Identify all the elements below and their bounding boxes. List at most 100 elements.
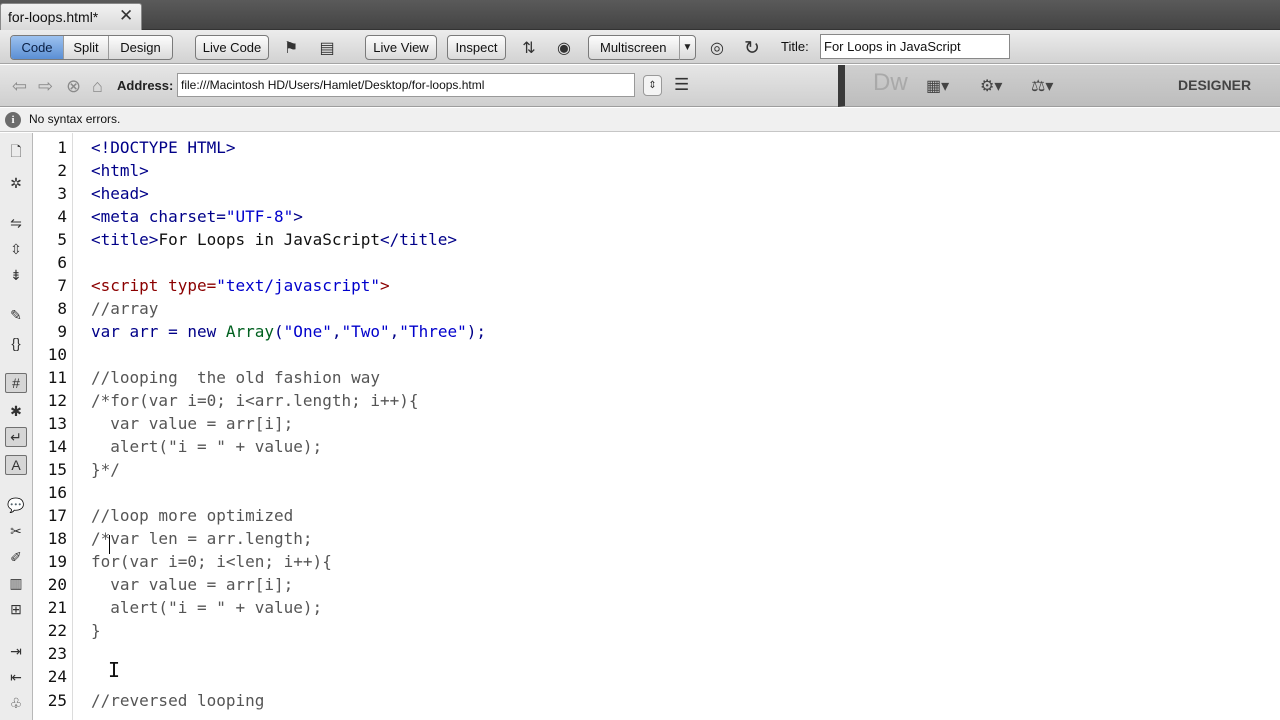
code-token: var arr = new [91, 322, 226, 341]
site-manager-icon[interactable]: ⚖▾ [1031, 76, 1053, 96]
title-field[interactable] [820, 34, 1010, 59]
address-field[interactable] [177, 73, 635, 97]
format-source-code-icon[interactable]: ♧ [5, 693, 27, 713]
code-text: alert("i = " + value); [91, 598, 323, 617]
code-line: 15}*/ [34, 458, 1274, 481]
dreamweaver-window: for-loops.html* ✕ Code Split Design Live… [0, 0, 1280, 720]
home-icon[interactable]: ⌂ [92, 76, 103, 97]
code-text: /*var len = arr.length; [91, 529, 313, 548]
line-number: 22 [47, 621, 67, 640]
code-text: var arr = new Array("One","Two","Three")… [91, 322, 486, 341]
code-editor[interactable]: 1 <!DOCTYPE HTML> 2 <html> 3 <head> 4 <meta … [34, 133, 1280, 720]
syntax-coloring-icon[interactable]: A [5, 455, 27, 475]
live-code-button[interactable]: Live Code [195, 35, 269, 60]
code-line: 9 var arr = new Array("One","Two","Three"… [34, 320, 1274, 343]
expand-all-icon[interactable]: ⇟ [5, 265, 27, 285]
line-number: 13 [47, 414, 67, 433]
apply-comment-icon[interactable]: 💬 [5, 495, 27, 515]
multiscreen-label: Multiscreen [600, 40, 667, 55]
outdent-code-icon[interactable]: ⇤ [5, 667, 27, 687]
code-token: "Two" [341, 322, 390, 341]
line-number: 1 [57, 138, 67, 157]
address-label: Address: [117, 78, 174, 93]
code-line: 19 for(var i=0; i<len; i++){ [34, 550, 1274, 573]
split-view-button[interactable]: Split [64, 36, 109, 59]
document-tab[interactable]: for-loops.html* ✕ [0, 3, 142, 30]
wrap-tag-icon[interactable]: ✐ [5, 547, 27, 567]
highlight-invalid-code-icon[interactable]: ✱ [5, 401, 27, 421]
design-view-button[interactable]: Design [109, 36, 172, 59]
document-toolbar: Code Split Design Live Code ⚑ ▤ Live Vie… [0, 30, 1280, 64]
code-token: > [293, 207, 303, 226]
code-line: 12 /*for(var i=0; i<arr.length; i++){ [34, 389, 1274, 412]
view-mode-switch: Code Split Design [10, 35, 173, 60]
close-icon[interactable]: ✕ [119, 6, 133, 26]
balance-braces-icon[interactable]: {} [5, 333, 27, 353]
document-tab-bar: for-loops.html* ✕ [0, 0, 1280, 30]
code-token: , [389, 322, 400, 341]
line-number: 25 [47, 691, 67, 710]
open-documents-icon[interactable]: 🗋 [5, 143, 27, 163]
code-line: 18 /*var len = arr.length; [34, 527, 1274, 550]
code-text: } [91, 621, 101, 640]
refresh-icon[interactable]: ↻ [740, 38, 764, 59]
visual-aids-icon[interactable]: ▤ [315, 38, 339, 58]
code-text: <script type="text/javascript"> [91, 276, 390, 295]
code-line: 16 [34, 481, 1274, 504]
move-css-icon[interactable]: ⊞ [5, 599, 27, 619]
forward-arrow-icon[interactable]: ⇨ [38, 76, 53, 97]
code-token: </title> [380, 230, 458, 249]
line-number: 21 [47, 598, 67, 617]
code-line: 4 <meta charset="UTF-8"> [34, 205, 1274, 228]
workspace-switcher[interactable]: DESIGNER [1178, 77, 1251, 93]
code-line: 3 <head> [34, 182, 1274, 205]
code-token: "text/javascript" [216, 276, 380, 295]
live-view-button[interactable]: Live View [365, 35, 437, 60]
remove-comment-icon[interactable]: ✂ [5, 521, 27, 541]
address-stepper-icon[interactable]: ⇕ [643, 75, 662, 96]
collapse-full-tag-icon[interactable]: ⇋ [5, 213, 27, 233]
visual-aids-eye-icon[interactable]: ◎ [705, 38, 729, 58]
preview-browser-icon[interactable]: ◉ [552, 38, 576, 58]
code-view-button[interactable]: Code [11, 36, 64, 59]
title-label: Title: [781, 39, 809, 54]
line-number: 19 [47, 552, 67, 571]
code-line: 24 [34, 665, 1274, 688]
chevron-down-icon[interactable]: ▼ [679, 35, 695, 60]
code-token: > [380, 276, 390, 295]
stop-icon[interactable]: ⊗ [66, 76, 81, 97]
recent-snippets-icon[interactable]: ▥ [5, 573, 27, 593]
code-line: 21 alert("i = " + value); [34, 596, 1274, 619]
select-parent-tag-icon[interactable]: ✎ [5, 305, 27, 325]
word-wrap-icon[interactable]: ↵ [5, 427, 27, 447]
code-token: For Loops in JavaScript [158, 230, 380, 249]
ibeam-cursor-icon: I [108, 658, 121, 682]
code-line: 1 <!DOCTYPE HTML> [34, 136, 1274, 159]
back-arrow-icon[interactable]: ⇦ [12, 76, 27, 97]
code-text: alert("i = " + value); [91, 437, 323, 456]
line-number: 4 [57, 207, 67, 226]
file-transfer-icon[interactable]: ⇅ [517, 38, 541, 58]
code-line: 20 var value = arr[i]; [34, 573, 1274, 596]
indent-code-icon[interactable]: ⇥ [5, 641, 27, 661]
code-text: //loop more optimized [91, 506, 294, 525]
line-numbers-icon[interactable]: # [5, 373, 27, 393]
code-line: 13 var value = arr[i]; [34, 412, 1274, 435]
line-number: 7 [57, 276, 67, 295]
code-text: //reversed looping [91, 691, 265, 710]
inspect-button[interactable]: Inspect [447, 35, 506, 60]
code-text: }*/ [91, 460, 120, 479]
layout-menu-icon[interactable]: ▦▾ [926, 76, 949, 96]
line-number: 10 [47, 345, 67, 364]
line-number: 8 [57, 299, 67, 318]
line-number: 17 [47, 506, 67, 525]
code-text: <title>For Loops in JavaScript</title> [91, 230, 457, 249]
browser-compatibility-icon[interactable]: ⚑ [279, 38, 303, 58]
browser-options-icon[interactable]: ☰ [674, 75, 689, 95]
code-line: 14 alert("i = " + value); [34, 435, 1274, 458]
collapse-selection-icon[interactable]: ⇳ [5, 239, 27, 259]
code-text: <html> [91, 161, 149, 180]
settings-icon[interactable]: ⚙▾ [980, 76, 1002, 96]
show-code-navigator-icon[interactable]: ✲ [5, 173, 27, 193]
code-line: 25 //reversed looping [34, 689, 1274, 712]
